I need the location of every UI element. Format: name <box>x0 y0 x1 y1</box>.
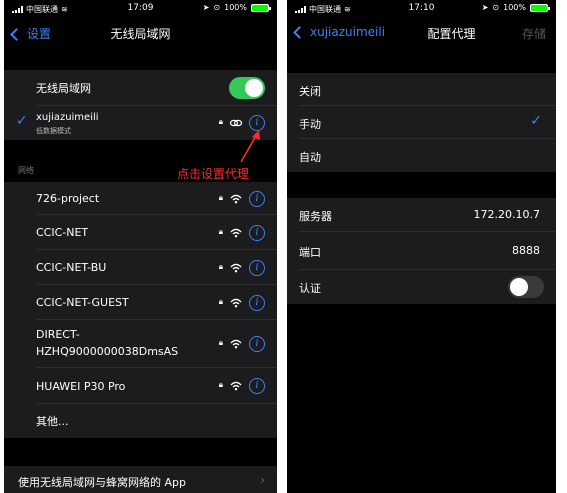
proxy-mode-auto-row[interactable]: 自动 <box>287 139 556 172</box>
wifi-settings-screen: 中国联通 ≋ 17:09 ➤ ⊙ 100% 设置 无线局域网 无线局域网 ✓ x… <box>4 0 277 493</box>
annotation-arrow-icon <box>240 130 260 163</box>
status-right: ➤ ⊙ 100% <box>202 3 271 12</box>
nav-bar: xujiazuimeili 配置代理 存储 <box>287 18 556 48</box>
network-row[interactable]: DIRECT- HZHQ9000000038DmsAS 🔒︎ i <box>4 320 277 368</box>
location-icon: ➤ <box>481 3 489 12</box>
lock-icon: 🔒︎ <box>218 297 223 306</box>
network-name-line1: DIRECT- <box>36 328 80 341</box>
network-name: HUAWEI P30 Pro <box>36 379 126 393</box>
network-name: 726-project <box>36 192 100 205</box>
wifi-signal-icon <box>230 381 242 391</box>
chevron-right-icon: › <box>260 473 265 487</box>
lock-icon: 🔒︎ <box>218 338 223 347</box>
port-label: 端口 <box>299 246 321 259</box>
battery-percent: 100% <box>224 3 247 12</box>
section-header: 网络 <box>18 166 34 175</box>
app-usage-label: 使用无线局域网与蜂窝网络的 App <box>18 476 186 489</box>
auth-row: 认证 <box>287 270 556 304</box>
wifi-signal-icon <box>230 228 242 238</box>
chevron-left-icon <box>293 26 306 39</box>
status-bar: 中国联通 ≋ 17:09 ➤ ⊙ 100% <box>4 0 277 18</box>
proxy-mode-label: 自动 <box>299 151 321 164</box>
nav-bar: 设置 无线局域网 <box>4 18 277 48</box>
auth-toggle[interactable] <box>508 276 544 298</box>
server-label: 服务器 <box>299 210 332 223</box>
network-name: CCIC-NET-GUEST <box>36 296 129 309</box>
proxy-mode-off-row[interactable]: 关闭 <box>287 73 556 106</box>
proxy-fields-group: 服务器 172.20.10.7 端口 8888 认证 <box>287 198 556 304</box>
info-icon[interactable]: i <box>249 260 265 276</box>
info-icon[interactable]: i <box>249 225 265 241</box>
checkmark-icon: ✓ <box>16 113 28 129</box>
info-icon[interactable]: i <box>249 336 265 352</box>
alarm-icon: ⊙ <box>492 3 500 12</box>
connected-network-name: xujiazuimeili <box>36 112 99 123</box>
lock-icon: 🔒︎ <box>218 380 223 389</box>
proxy-mode-label: 手动 <box>299 118 321 131</box>
page-title: 无线局域网 <box>110 27 171 41</box>
battery-icon <box>530 3 550 12</box>
network-list: 726-project 🔒︎ i CCIC-NET 🔒︎ i CCIC-NET-… <box>4 182 277 438</box>
alarm-icon: ⊙ <box>213 3 221 12</box>
battery-icon <box>251 3 271 12</box>
auth-label: 认证 <box>299 282 321 295</box>
port-value[interactable]: 8888 <box>512 244 540 257</box>
lock-icon: 🔒︎ <box>218 117 223 126</box>
wifi-toggle[interactable] <box>229 77 265 99</box>
network-row[interactable]: CCIC-NET 🔒︎ i <box>4 215 277 250</box>
save-button[interactable]: 存储 <box>522 25 546 42</box>
wifi-signal-icon <box>230 263 242 273</box>
other-network-row[interactable]: 其他... <box>4 404 277 438</box>
server-row[interactable]: 服务器 172.20.10.7 <box>287 198 556 232</box>
network-name: CCIC-NET <box>36 226 89 239</box>
proxy-mode-label: 关闭 <box>299 85 321 98</box>
status-right: ➤ ⊙ 100% <box>481 3 550 12</box>
proxy-mode-manual-row[interactable]: 手动 ✓ <box>287 106 556 139</box>
app-usage-row[interactable]: 使用无线局域网与蜂窝网络的 App › <box>4 466 277 493</box>
lock-icon: 🔒︎ <box>218 262 223 271</box>
proxy-config-screen: 中国联通 ≋ 17:10 ➤ ⊙ 100% xujiazuimeili 配置代理… <box>287 0 556 493</box>
network-row[interactable]: 726-project 🔒︎ i <box>4 182 277 215</box>
link-icon <box>230 119 242 127</box>
lock-icon: 🔒︎ <box>218 227 223 236</box>
info-icon[interactable]: i <box>249 295 265 311</box>
wifi-signal-icon <box>230 298 242 308</box>
network-name-line2: HZHQ9000000038DmsAS <box>36 345 179 358</box>
checkmark-icon: ✓ <box>530 113 542 129</box>
wifi-signal-icon <box>230 194 242 204</box>
wifi-signal-icon <box>230 339 242 349</box>
other-network-label: 其他... <box>36 415 69 428</box>
network-row[interactable]: CCIC-NET-GUEST 🔒︎ i <box>4 285 277 320</box>
proxy-mode-group: 关闭 手动 ✓ 自动 <box>287 73 556 172</box>
wifi-toggle-label: 无线局域网 <box>36 82 91 95</box>
wifi-toggle-row: 无线局域网 <box>4 70 277 106</box>
connected-network-subtitle: 低数据模式 <box>36 127 71 135</box>
network-row[interactable]: CCIC-NET-BU 🔒︎ i <box>4 250 277 285</box>
server-value[interactable]: 172.20.10.7 <box>474 208 540 221</box>
network-row[interactable]: HUAWEI P30 Pro 🔒︎ i <box>4 368 277 404</box>
network-name: CCIC-NET-BU <box>36 261 107 274</box>
port-row[interactable]: 端口 8888 <box>287 232 556 270</box>
lock-icon: 🔒︎ <box>218 193 223 202</box>
location-icon: ➤ <box>202 3 210 12</box>
battery-percent: 100% <box>503 3 526 12</box>
info-icon[interactable]: i <box>249 378 265 394</box>
info-icon[interactable]: i <box>249 191 265 207</box>
status-bar: 中国联通 ≋ 17:10 ➤ ⊙ 100% <box>287 0 556 18</box>
